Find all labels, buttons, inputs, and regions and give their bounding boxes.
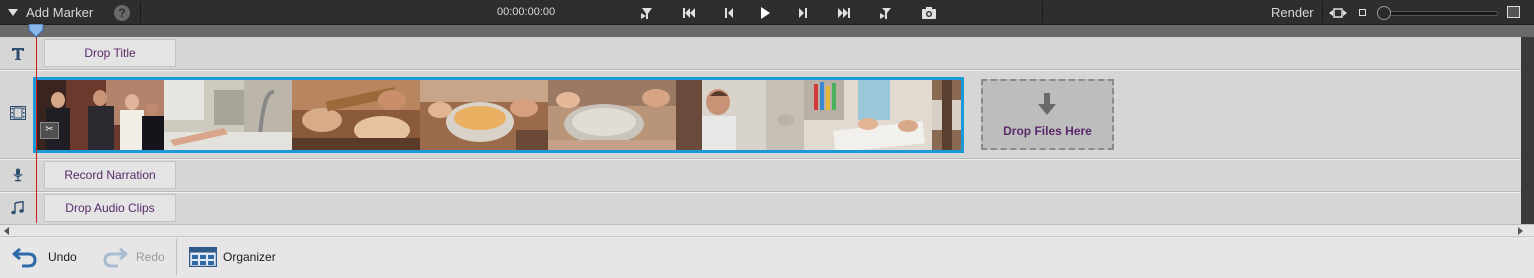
row-divider: [0, 159, 1534, 160]
organizer-grid-icon: [189, 247, 217, 267]
film-strip-icon: [9, 104, 27, 122]
text-title-icon: [9, 45, 27, 63]
bottom-bar-divider: [176, 239, 177, 275]
toolbar-divider: [1322, 2, 1323, 23]
split-clip-scissors-icon[interactable]: ✂: [40, 122, 59, 139]
redo-arrow-icon: [103, 247, 128, 268]
video-clip[interactable]: ✂: [33, 77, 964, 153]
help-icon[interactable]: ?: [114, 5, 130, 21]
zoom-out-icon[interactable]: [1359, 9, 1366, 16]
undo-arrow-icon: [12, 247, 37, 268]
drop-audio-clips-label: Drop Audio Clips: [65, 201, 155, 215]
zoom-slider-handle[interactable]: [1377, 6, 1391, 20]
clip-frame-rolling-dough: [548, 80, 676, 150]
add-marker-button[interactable]: Add Marker: [8, 0, 93, 25]
skip-to-start-icon[interactable]: [681, 5, 697, 21]
clip-frame-kitchen-faucet: [164, 80, 292, 150]
clip-frame-partial-frame: [932, 80, 961, 150]
microphone-icon: [9, 166, 27, 184]
step-forward-icon[interactable]: [795, 5, 811, 21]
scroll-left-arrow-icon[interactable]: [4, 227, 9, 235]
record-narration-button[interactable]: Record Narration: [44, 161, 176, 189]
clip-frame-party-guests: [36, 80, 164, 150]
zoom-in-icon[interactable]: [1507, 6, 1520, 18]
camera-snapshot-icon[interactable]: [921, 5, 937, 21]
go-to-previous-marker-icon[interactable]: [639, 5, 655, 21]
go-to-next-marker-icon[interactable]: [877, 5, 893, 21]
music-note-icon: [9, 199, 27, 217]
skip-to-end-icon[interactable]: [836, 5, 852, 21]
vertical-scrollbar[interactable]: [1521, 37, 1534, 224]
toolbar-divider: [1042, 2, 1043, 23]
fit-timeline-icon[interactable]: [1329, 6, 1347, 20]
redo-label: Redo: [136, 250, 165, 264]
down-arrow-icon: [1038, 93, 1056, 115]
scroll-right-arrow-icon[interactable]: [1518, 227, 1523, 235]
undo-button[interactable]: Undo: [12, 237, 77, 277]
horizontal-scrollbar[interactable]: [0, 224, 1534, 236]
drop-title-button[interactable]: Drop Title: [44, 39, 176, 67]
zoom-slider-track[interactable]: [1384, 11, 1498, 16]
clip-frame-drawing-crayons: [804, 80, 932, 150]
drop-files-label: Drop Files Here: [1003, 124, 1092, 138]
toolbar-divider: [140, 2, 141, 23]
timeline-toolbar: Add Marker ? 00:00:00:00 Render: [0, 0, 1534, 25]
timecode-display: 00:00:00:00: [497, 6, 556, 18]
organizer-label: Organizer: [223, 250, 276, 264]
bottom-action-bar: Undo Redo Organizer: [0, 236, 1534, 278]
clip-frame-mixing-bowl: [420, 80, 548, 150]
drop-title-label: Drop Title: [84, 46, 136, 60]
record-narration-label: Record Narration: [64, 168, 156, 182]
row-divider: [0, 70, 1534, 71]
playhead-handle-icon[interactable]: [28, 24, 44, 38]
drop-files-target[interactable]: Drop Files Here: [981, 79, 1114, 150]
play-icon[interactable]: [757, 5, 773, 21]
dropdown-arrow-icon: [8, 9, 18, 16]
render-button[interactable]: Render: [1271, 0, 1314, 25]
clip-frame-kids-baking: [292, 80, 420, 150]
undo-label: Undo: [48, 250, 77, 264]
add-marker-label: Add Marker: [26, 5, 94, 20]
row-divider: [0, 192, 1534, 193]
step-back-icon[interactable]: [721, 5, 737, 21]
redo-button[interactable]: Redo: [102, 237, 165, 277]
drop-audio-clips-button[interactable]: Drop Audio Clips: [44, 194, 176, 222]
organizer-button[interactable]: Organizer: [189, 237, 276, 277]
playhead-line: [36, 25, 37, 223]
clip-frame-smiling-boy: [676, 80, 804, 150]
